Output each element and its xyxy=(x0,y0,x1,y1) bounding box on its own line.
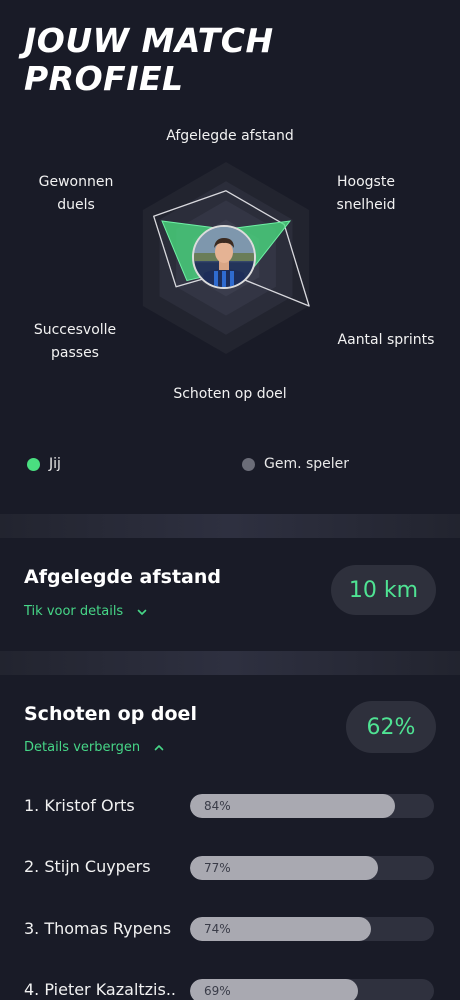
distance-details-toggle[interactable]: Tik voor details xyxy=(24,604,147,619)
axis-label-passes-line-2: passes xyxy=(51,345,99,361)
ranking-bar-track: 74% xyxy=(190,917,434,941)
section-divider xyxy=(0,651,460,675)
ranking-percentage: 74% xyxy=(204,922,231,936)
shots-details-label: Details verbergen xyxy=(24,740,141,755)
legend-item-player: Jij xyxy=(27,456,61,472)
ranking-bar-track: 77% xyxy=(190,856,434,880)
shots-card-title: Schoten op doel xyxy=(24,703,197,725)
legend-item-average: Gem. speler xyxy=(242,456,349,472)
ranking-name: 3. Thomas Rypens xyxy=(24,919,172,938)
axis-label-duels-line-1: Gewonnen xyxy=(38,174,114,190)
distance-card-title: Afgelegde afstand xyxy=(24,566,221,588)
legend-dot-average xyxy=(242,457,255,471)
legend-label-player: Jij xyxy=(49,456,61,472)
page-title-line-1: JOUW MATCH xyxy=(24,21,274,60)
ranking-name: 4. Pieter Kazaltzis.. xyxy=(24,980,177,999)
chart-legend: Jij Gem. speler xyxy=(24,456,444,478)
axis-label-passes-line-1: Succesvolle xyxy=(33,322,117,338)
distance-details-label: Tik voor details xyxy=(24,604,124,619)
axis-label-speed: Hoogste snelheid xyxy=(322,171,410,217)
axis-label-speed-line-2: snelheid xyxy=(336,197,396,213)
chevron-up-icon xyxy=(154,744,164,750)
axis-label-passes: Succesvolle passes xyxy=(22,319,128,365)
distance-value-pill: 10 km xyxy=(331,565,436,615)
ranking-name: 2. Stijn Cuypers xyxy=(24,857,151,876)
axis-label-distance: Afgelegde afstand xyxy=(166,128,294,144)
player-photo-icon xyxy=(194,227,254,287)
axis-label-speed-line-1: Hoogste xyxy=(337,174,395,190)
ranking-bar-track: 84% xyxy=(190,794,434,818)
ranking-percentage: 69% xyxy=(204,984,231,998)
page-title-line-2: PROFIEL xyxy=(24,59,184,98)
shots-details-toggle[interactable]: Details verbergen xyxy=(24,740,164,755)
ranking-percentage: 84% xyxy=(204,799,231,813)
legend-dot-player xyxy=(27,457,40,471)
axis-label-duels: Gewonnen duels xyxy=(26,171,126,217)
ranking-name: 1. Kristof Orts xyxy=(24,796,135,815)
ranking-bar-track: 69% xyxy=(190,979,434,1000)
axis-label-sprints: Aantal sprints xyxy=(337,332,435,348)
chevron-down-icon xyxy=(137,609,147,615)
legend-label-average: Gem. speler xyxy=(264,456,350,472)
shots-value-pill: 62% xyxy=(346,701,436,753)
radar-chart: Afgelegde afstand Hoogste snelheid Aanta… xyxy=(0,120,460,420)
ranking-percentage: 77% xyxy=(204,861,231,875)
axis-label-shots: Schoten op doel xyxy=(173,386,287,402)
axis-label-duels-line-2: duels xyxy=(57,197,95,213)
page-title: JOUW MATCH PROFIEL xyxy=(24,22,424,98)
player-avatar xyxy=(192,225,256,289)
section-divider xyxy=(0,514,460,538)
